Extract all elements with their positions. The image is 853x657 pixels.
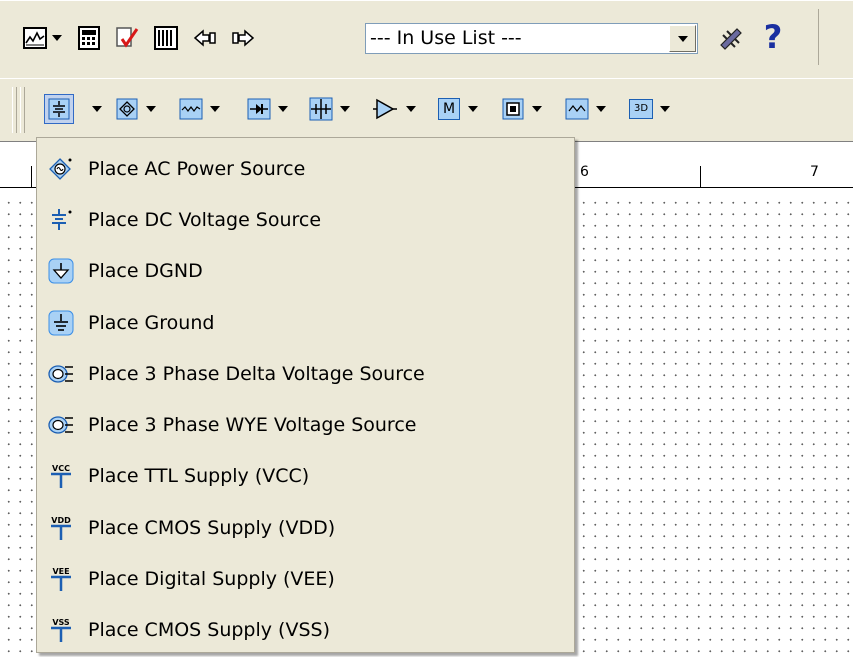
ruler-tick bbox=[31, 166, 32, 188]
transistors-icon bbox=[247, 98, 271, 120]
menu-item-ac-power-source[interactable]: Place AC Power Source bbox=[37, 143, 574, 194]
transistors-button[interactable] bbox=[244, 94, 274, 124]
dc-voltage-icon bbox=[48, 207, 74, 233]
misc-icon bbox=[502, 98, 524, 120]
diodes-button[interactable] bbox=[176, 94, 206, 124]
3d-icon: 3D bbox=[629, 99, 653, 119]
vee-supply-icon: VEE bbox=[48, 566, 74, 592]
sources-button[interactable] bbox=[44, 94, 74, 124]
menu-item-label: Place 3 Phase WYE Voltage Source bbox=[88, 414, 417, 437]
erc-check-icon[interactable] bbox=[112, 23, 142, 53]
mcu-dropdown-arrow[interactable] bbox=[466, 94, 480, 124]
sources-icon bbox=[48, 98, 70, 120]
sources-dropdown-arrow[interactable] bbox=[90, 94, 104, 124]
ruler-tick bbox=[700, 166, 701, 188]
ac-power-icon bbox=[48, 156, 74, 182]
menu-item-cmos-supply-vdd[interactable]: VDD Place CMOS Supply (VDD) bbox=[37, 502, 574, 553]
menu-item-label: Place CMOS Supply (VDD) bbox=[88, 516, 336, 539]
menu-item-dc-voltage-source[interactable]: Place DC Voltage Source bbox=[37, 194, 574, 245]
in-use-list-dropdown-button[interactable] bbox=[669, 25, 696, 52]
measurement-button[interactable] bbox=[562, 94, 592, 124]
ruler-label-7: 7 bbox=[810, 164, 819, 180]
menu-item-label: Place DC Voltage Source bbox=[88, 208, 322, 231]
menu-item-label: Place CMOS Supply (VSS) bbox=[88, 619, 330, 642]
in-use-list-value: --- In Use List --- bbox=[370, 27, 522, 49]
ttl-button[interactable] bbox=[370, 94, 400, 124]
basic-icon bbox=[116, 98, 138, 120]
back-annotate-icon[interactable] bbox=[190, 23, 220, 53]
vcc-supply-icon: VCC bbox=[48, 463, 74, 489]
measurement-dropdown-arrow[interactable] bbox=[594, 94, 608, 124]
vss-supply-icon: VSS bbox=[48, 617, 74, 643]
toolbar-grip-2 bbox=[20, 87, 25, 133]
misc-dropdown-arrow[interactable] bbox=[530, 94, 544, 124]
sources-dropdown-menu: Place AC Power Source Place DC Voltage S… bbox=[36, 137, 575, 653]
spreadsheet-icon[interactable] bbox=[74, 23, 104, 53]
menu-item-label: Place Digital Supply (VEE) bbox=[88, 568, 335, 591]
menu-item-label: Place TTL Supply (VCC) bbox=[88, 465, 310, 488]
analog-dropdown-arrow[interactable] bbox=[338, 94, 352, 124]
grapher-dropdown-arrow[interactable] bbox=[50, 23, 64, 53]
menu-item-digital-supply-vee[interactable]: VEE Place Digital Supply (VEE) bbox=[37, 553, 574, 604]
3d-dropdown-arrow[interactable] bbox=[658, 94, 672, 124]
ground-icon bbox=[48, 310, 74, 336]
menu-item-label: Place DGND bbox=[88, 260, 203, 283]
vcc-tag: VCC bbox=[52, 464, 70, 473]
basic-button[interactable] bbox=[112, 94, 142, 124]
three-phase-delta-icon bbox=[48, 361, 74, 387]
diodes-dropdown-arrow[interactable] bbox=[208, 94, 222, 124]
three-phase-wye-icon bbox=[48, 412, 74, 438]
breadboard-icon[interactable] bbox=[151, 23, 181, 53]
analog-button[interactable] bbox=[306, 94, 336, 124]
grapher-icon[interactable] bbox=[20, 23, 50, 53]
ruler-label-6: 6 bbox=[580, 164, 589, 180]
menu-item-dgnd[interactable]: Place DGND bbox=[37, 246, 574, 297]
diodes-icon bbox=[179, 98, 203, 120]
menu-item-cmos-supply-vss[interactable]: VSS Place CMOS Supply (VSS) bbox=[37, 605, 574, 656]
menu-item-ground[interactable]: Place Ground bbox=[37, 297, 574, 348]
3d-button[interactable]: 3D bbox=[626, 94, 656, 124]
vdd-tag: VDD bbox=[51, 516, 71, 525]
vss-tag: VSS bbox=[52, 618, 70, 627]
menu-item-3-phase-delta[interactable]: Place 3 Phase Delta Voltage Source bbox=[37, 348, 574, 399]
ttl-dropdown-arrow[interactable] bbox=[404, 94, 418, 124]
dgnd-icon bbox=[48, 258, 74, 284]
component-wizard-icon[interactable] bbox=[716, 23, 746, 53]
help-icon[interactable]: ? bbox=[756, 18, 790, 56]
toolbar-grip[interactable] bbox=[12, 87, 17, 133]
mcu-button[interactable]: M bbox=[434, 94, 464, 124]
basic-dropdown-arrow[interactable] bbox=[144, 94, 158, 124]
misc-button[interactable] bbox=[498, 94, 528, 124]
toolbar-components: M 3D bbox=[0, 78, 853, 141]
menu-item-label: Place AC Power Source bbox=[88, 157, 306, 180]
vdd-supply-icon: VDD bbox=[48, 515, 74, 541]
measurement-icon bbox=[565, 98, 589, 120]
menu-item-label: Place Ground bbox=[88, 311, 215, 334]
forward-annotate-icon[interactable] bbox=[228, 23, 258, 53]
menu-item-label: Place 3 Phase Delta Voltage Source bbox=[88, 362, 425, 385]
menu-item-ttl-supply-vcc[interactable]: VCC Place TTL Supply (VCC) bbox=[37, 451, 574, 502]
toolbar-separator bbox=[818, 9, 853, 65]
analog-icon bbox=[309, 97, 333, 121]
menu-item-3-phase-wye[interactable]: Place 3 Phase WYE Voltage Source bbox=[37, 399, 574, 450]
mcu-icon: M bbox=[438, 98, 460, 120]
toolbar-top: --- In Use List --- ? bbox=[0, 0, 853, 79]
in-use-list-combobox[interactable]: --- In Use List --- bbox=[365, 23, 698, 54]
transistors-dropdown-arrow[interactable] bbox=[276, 94, 290, 124]
ttl-icon bbox=[373, 98, 397, 120]
vee-tag: VEE bbox=[52, 567, 69, 576]
